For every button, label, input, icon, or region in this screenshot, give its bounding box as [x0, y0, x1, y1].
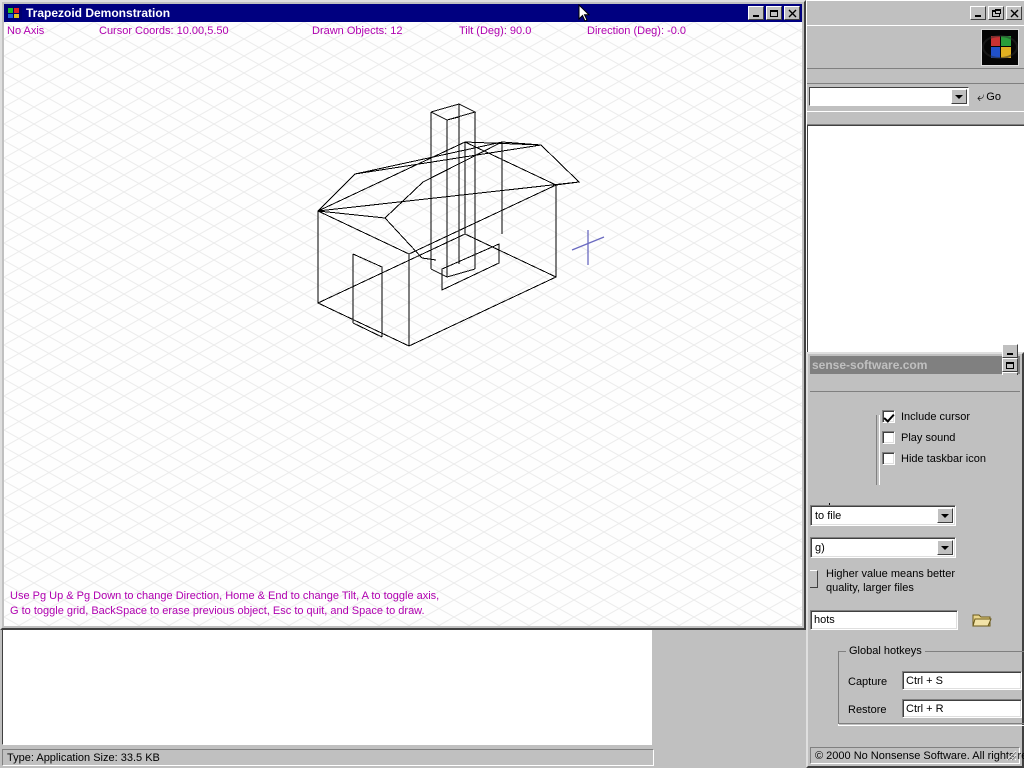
isometric-crosshair-cursor: [571, 230, 605, 265]
nns-dialog-body: only Include cursor Play sound Hide task…: [810, 393, 1024, 764]
play-sound-checkbox[interactable]: [882, 431, 895, 444]
nns-dialog-title-text: sense-software.com: [812, 358, 928, 372]
format-combo-value: g): [815, 541, 825, 554]
trapezoid-close-button[interactable]: [784, 6, 800, 20]
trapezoid-maximize-button[interactable]: [766, 6, 782, 20]
include-cursor-checkbox[interactable]: [882, 410, 895, 423]
global-hotkeys-title: Global hotkeys: [846, 645, 925, 657]
restore-hotkey-label: Restore: [848, 704, 887, 716]
quality-hint-line-2: quality, larger files: [826, 582, 914, 594]
format-combo[interactable]: g): [810, 537, 956, 558]
quality-slider-handle[interactable]: [810, 570, 818, 588]
explorer-address-bar: ⤷ Go: [807, 85, 1024, 109]
close-icon: [1010, 9, 1018, 17]
nns-dialog-menubar: [810, 375, 1020, 392]
destination-combo[interactable]: to file: [810, 505, 956, 526]
drawing-canvas[interactable]: No Axis Cursor Coords: 10.00,5.50 Drawn …: [4, 22, 802, 626]
go-arrow-icon: ⤷: [977, 88, 985, 104]
status-axis: No Axis: [7, 25, 45, 37]
trapezoid-title-text: Trapezoid Demonstration: [26, 6, 171, 20]
trapezoid-window-controls: [746, 6, 800, 20]
trapezoid-help-text: Use Pg Up & Pg Down to change Direction,…: [10, 589, 439, 619]
hide-taskbar-icon-checkbox-row[interactable]: Hide taskbar icon: [882, 452, 986, 465]
address-input[interactable]: [809, 87, 969, 106]
explorer-close-button[interactable]: [1006, 6, 1022, 20]
browse-folder-icon[interactable]: [972, 612, 992, 627]
restore-icon: [992, 8, 1001, 17]
trapezoid-demonstration-window: Trapezoid Demonstration No Axis Cursor C…: [0, 0, 806, 630]
nns-copyright-text: © 2000 No Nonsense Software. All rights …: [815, 749, 1024, 762]
options-divider: [876, 415, 880, 485]
wireframe-house-drawing: [317, 103, 581, 347]
windows-logo-icon: [981, 29, 1019, 66]
capture-hotkey-value: Ctrl + S: [906, 674, 943, 687]
go-label: Go: [986, 90, 1001, 103]
status-direction: Direction (Deg): -0.0: [587, 25, 687, 37]
trapezoid-titlebar[interactable]: Trapezoid Demonstration: [4, 4, 802, 22]
include-cursor-label: Include cursor: [901, 410, 971, 423]
close-icon: [788, 9, 796, 17]
status-drawn-objects: Drawn Objects: 12: [312, 25, 403, 37]
explorer-separator: [807, 111, 1024, 125]
isometric-grid: [4, 22, 802, 626]
trapezoid-minimize-button[interactable]: [748, 6, 764, 20]
chevron-down-icon[interactable]: [937, 508, 953, 523]
capture-hotkey-input[interactable]: Ctrl + S: [902, 671, 1022, 690]
hide-taskbar-icon-label: Hide taskbar icon: [901, 452, 986, 465]
save-path-value: hots: [814, 614, 835, 626]
trapezoid-status-line: No Axis Cursor Coords: 10.00,5.50 Drawn …: [4, 22, 802, 40]
play-sound-checkbox-row[interactable]: Play sound: [882, 431, 955, 444]
chevron-down-icon[interactable]: [951, 89, 967, 104]
document-content-pane: [2, 627, 652, 745]
document-status-text: Type: Application Size: 33.5 KB: [7, 751, 160, 764]
restore-hotkey-input[interactable]: Ctrl + R: [902, 699, 1022, 718]
explorer-restore-button[interactable]: [988, 6, 1004, 20]
minimize-icon: [1007, 352, 1013, 355]
help-line-2: G to toggle grid, BackSpace to erase pre…: [10, 605, 425, 617]
restore-hotkey-value: Ctrl + R: [906, 702, 944, 715]
go-button[interactable]: ⤷ Go: [977, 87, 1001, 106]
quality-hint: Higher value means better quality, large…: [826, 567, 955, 595]
nns-dialog-status-bar: © 2000 No Nonsense Software. All rights …: [810, 747, 1024, 764]
app-icon: [6, 6, 22, 20]
minimize-icon: [975, 14, 981, 17]
nns-maximize-button[interactable]: [1002, 358, 1018, 372]
resize-grip[interactable]: [1003, 747, 1017, 761]
nns-dialog-titlebar[interactable]: sense-software.com: [810, 344, 1020, 386]
screen-root: ⤷ Go Type: Application Size: 33.5 KB Tra…: [0, 0, 1024, 768]
save-path-input[interactable]: hots: [810, 610, 958, 630]
include-cursor-checkbox-row[interactable]: Include cursor: [882, 410, 970, 423]
explorer-toolbar: [807, 25, 1024, 69]
minimize-icon: [753, 14, 759, 17]
explorer-window-controls: [968, 4, 1022, 22]
background-document-window: Type: Application Size: 33.5 KB: [0, 622, 658, 768]
explorer-minimize-button[interactable]: [970, 6, 986, 20]
quality-hint-line-1: Higher value means better: [826, 568, 956, 580]
hide-taskbar-icon-checkbox[interactable]: [882, 452, 895, 465]
status-tilt: Tilt (Deg): 90.0: [459, 25, 532, 37]
status-cursor-coords: Cursor Coords: 10.00,5.50: [99, 25, 229, 37]
help-line-1: Use Pg Up & Pg Down to change Direction,…: [10, 590, 440, 602]
play-sound-label: Play sound: [901, 431, 956, 444]
chevron-down-icon[interactable]: [937, 540, 953, 555]
destination-combo-value: to file: [815, 509, 842, 522]
nns-minimize-button[interactable]: [1002, 344, 1018, 358]
explorer-secondary-toolbar: [807, 69, 1024, 84]
nns-screenshot-dialog: sense-software.com only Include cursor: [806, 344, 1024, 768]
maximize-icon: [1006, 361, 1014, 369]
capture-hotkey-label: Capture: [848, 676, 888, 688]
maximize-icon: [770, 9, 778, 17]
document-status-bar: Type: Application Size: 33.5 KB: [2, 749, 654, 766]
